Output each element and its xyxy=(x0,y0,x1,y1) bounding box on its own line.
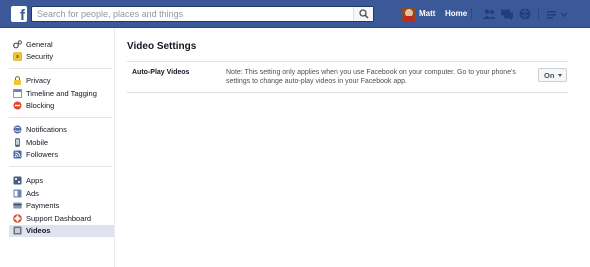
sidebar-item-ads[interactable]: Ads xyxy=(9,188,114,200)
settings-content: Video Settings Auto-Play Videos Note: Th… xyxy=(114,28,590,267)
film-icon xyxy=(13,226,22,235)
top-navigation-bar: f Search for people, places and things M… xyxy=(0,0,590,28)
sidebar-item-security[interactable]: Security xyxy=(9,51,114,63)
logo-letter: f xyxy=(20,7,25,24)
sidebar-item-label: Videos xyxy=(26,226,51,235)
facebook-logo[interactable]: f xyxy=(11,6,27,24)
search-icon xyxy=(359,9,369,19)
privacy-padlock-icon xyxy=(14,76,21,85)
sidebar-item-blocking[interactable]: Blocking xyxy=(9,100,114,112)
sidebar-item-label: Apps xyxy=(26,176,44,185)
sidebar-item-label: General xyxy=(26,40,53,49)
sidebar-item-followers[interactable]: Followers xyxy=(9,149,114,161)
nav-divider xyxy=(471,8,472,20)
sidebar-item-label: Ads xyxy=(26,189,39,198)
sidebar-item-general[interactable]: General xyxy=(9,39,114,51)
lock-icon xyxy=(13,52,22,61)
setting-label: Auto-Play Videos xyxy=(132,69,190,76)
sidebar-item-label: Payments xyxy=(26,201,60,210)
sidebar-item-support-dashboard[interactable]: Support Dashboard xyxy=(9,213,114,225)
nav-divider xyxy=(538,8,539,20)
lifebuoy-icon xyxy=(13,214,22,223)
sidebar-divider xyxy=(9,166,112,167)
sidebar-item-label: Timeline and Tagging xyxy=(26,89,97,98)
settings-sidebar: General Security Privacy Timeline and Ta… xyxy=(0,28,114,267)
block-icon xyxy=(13,101,22,110)
apps-icon xyxy=(13,176,22,185)
sidebar-item-label: Security xyxy=(26,52,54,61)
setting-note: Note: This setting only applies when you… xyxy=(226,69,516,85)
sidebar-item-videos[interactable]: Videos xyxy=(9,225,114,237)
sidebar-divider xyxy=(9,68,112,69)
sidebar-item-label: Notifications xyxy=(26,125,67,134)
sidebar-item-payments[interactable]: Payments xyxy=(9,200,114,212)
ads-icon xyxy=(13,189,22,198)
sidebar-item-label: Mobile xyxy=(26,138,49,147)
sidebar-item-timeline-and-tagging[interactable]: Timeline and Tagging xyxy=(9,88,114,100)
sidebar-item-apps[interactable]: Apps xyxy=(9,175,114,187)
sidebar-item-label: Followers xyxy=(26,150,59,159)
globe-icon xyxy=(13,125,22,134)
sidebar-item-privacy[interactable]: Privacy xyxy=(9,75,114,87)
chevron-down-icon xyxy=(558,74,562,77)
timeline-icon xyxy=(13,89,22,98)
rss-icon xyxy=(13,150,22,159)
phone-icon xyxy=(15,138,20,147)
page-title: Video Settings xyxy=(127,41,197,52)
gears-icon xyxy=(13,40,22,49)
search-input[interactable]: Search for people, places and things xyxy=(37,9,183,19)
auto-play-dropdown[interactable]: On xyxy=(538,68,567,82)
sidebar-item-mobile[interactable]: Mobile xyxy=(9,137,114,149)
account-menu-icon[interactable] xyxy=(546,7,568,21)
divider xyxy=(127,61,568,62)
home-link[interactable]: Home xyxy=(445,9,467,18)
dropdown-value: On xyxy=(544,71,555,80)
sidebar-item-label: Support Dashboard xyxy=(26,214,92,223)
sidebar-item-label: Privacy xyxy=(26,76,51,85)
notifications-icon[interactable] xyxy=(518,7,532,21)
messages-icon[interactable] xyxy=(500,7,514,21)
card-icon xyxy=(13,202,22,209)
friend-requests-icon[interactable] xyxy=(482,7,496,21)
sidebar-divider xyxy=(9,117,112,118)
search-button[interactable] xyxy=(353,7,373,21)
sidebar-item-notifications[interactable]: Notifications xyxy=(9,124,114,136)
profile-link[interactable]: Matt xyxy=(419,9,435,18)
search-box[interactable]: Search for people, places and things xyxy=(31,6,374,22)
divider xyxy=(127,92,568,93)
avatar[interactable] xyxy=(402,7,416,21)
sidebar-item-label: Blocking xyxy=(26,101,55,110)
